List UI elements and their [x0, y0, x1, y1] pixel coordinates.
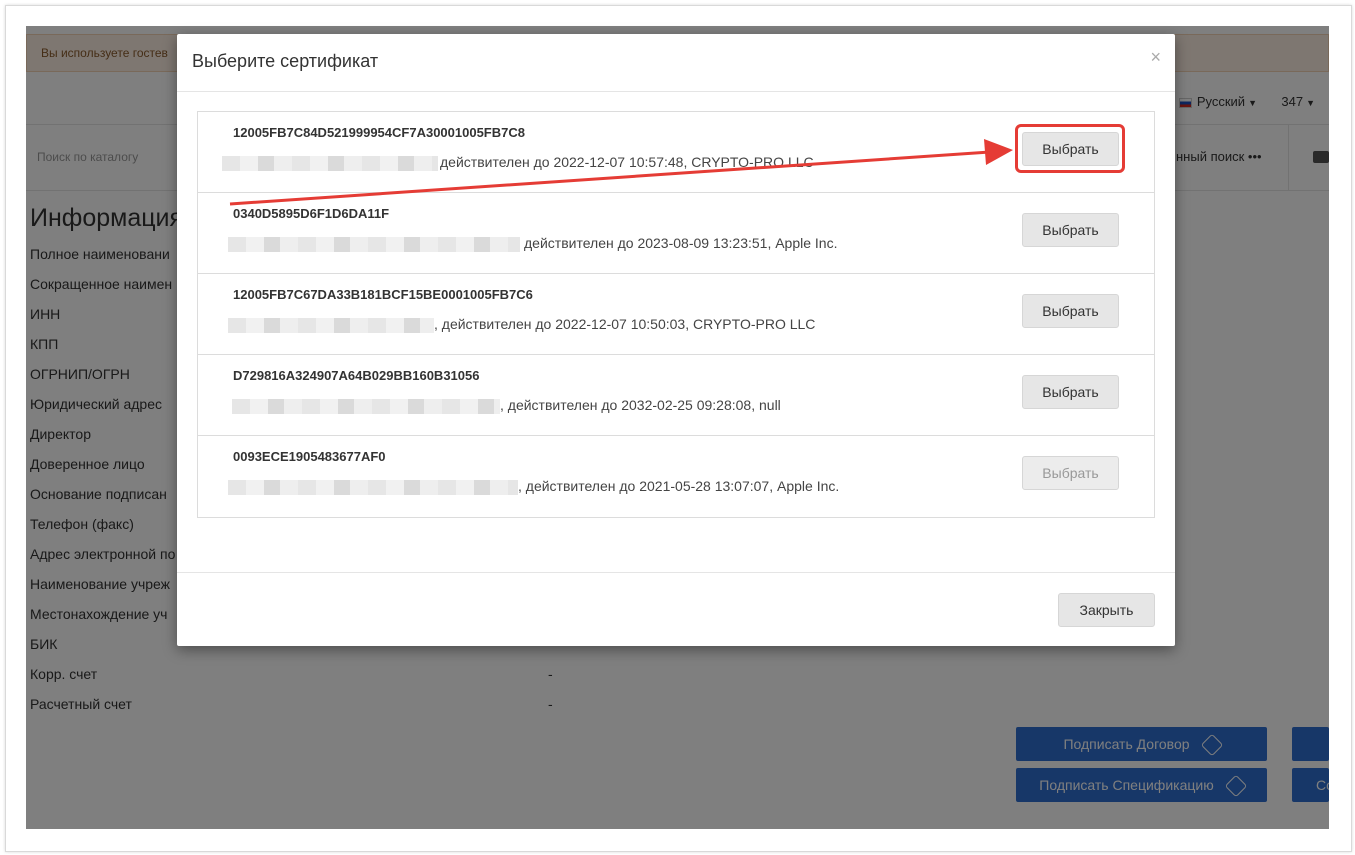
certificate-id: D729816A324907A64B029BB160B31056 [233, 368, 480, 383]
modal-footer: Закрыть [177, 572, 1175, 647]
close-icon[interactable]: × [1150, 48, 1161, 66]
certificate-id: 0340D5895D6F1D6DA11F [233, 206, 390, 221]
redacted-owner [228, 318, 434, 333]
certificate-list: 12005FB7C84D521999954CF7A30001005FB7C8 д… [197, 111, 1155, 518]
redacted-owner [228, 480, 518, 495]
certificate-validity: , действителен до 2021-05-28 13:07:07, A… [518, 478, 840, 494]
certificate-validity: , действителен до 2032-02-25 09:28:08, n… [500, 397, 781, 413]
redacted-owner [232, 399, 500, 414]
certificate-validity: действителен до 2022-12-07 10:57:48, CRY… [440, 154, 814, 170]
certificate-validity: , действителен до 2022-12-07 10:50:03, C… [434, 316, 816, 332]
highlight-box [1015, 124, 1125, 173]
redacted-owner [222, 156, 438, 171]
certificate-modal: Выберите сертификат × 12005FB7C84D521999… [177, 34, 1175, 646]
certificate-item: 0093ECE1905483677AF0 , действителен до 2… [198, 436, 1154, 517]
certificate-item: 12005FB7C67DA33B181BCF15BE0001005FB7C6 ,… [198, 274, 1154, 355]
select-certificate-button[interactable]: Выбрать [1022, 213, 1119, 247]
certificate-id: 12005FB7C67DA33B181BCF15BE0001005FB7C6 [233, 287, 533, 302]
certificate-item: 12005FB7C84D521999954CF7A30001005FB7C8 д… [198, 112, 1154, 193]
select-certificate-button[interactable]: Выбрать [1022, 294, 1119, 328]
certificate-item: D729816A324907A64B029BB160B31056 , дейст… [198, 355, 1154, 436]
modal-header: Выберите сертификат × [177, 34, 1175, 92]
redacted-owner [228, 237, 520, 252]
certificate-validity: действителен до 2023-08-09 13:23:51, App… [524, 235, 838, 251]
select-certificate-button-disabled: Выбрать [1022, 456, 1119, 490]
certificate-id: 12005FB7C84D521999954CF7A30001005FB7C8 [233, 125, 525, 140]
certificate-item: 0340D5895D6F1D6DA11F действителен до 202… [198, 193, 1154, 274]
certificate-id: 0093ECE1905483677AF0 [233, 449, 386, 464]
modal-title: Выберите сертификат [192, 51, 379, 71]
select-certificate-button[interactable]: Выбрать [1022, 375, 1119, 409]
close-button[interactable]: Закрыть [1058, 593, 1155, 627]
